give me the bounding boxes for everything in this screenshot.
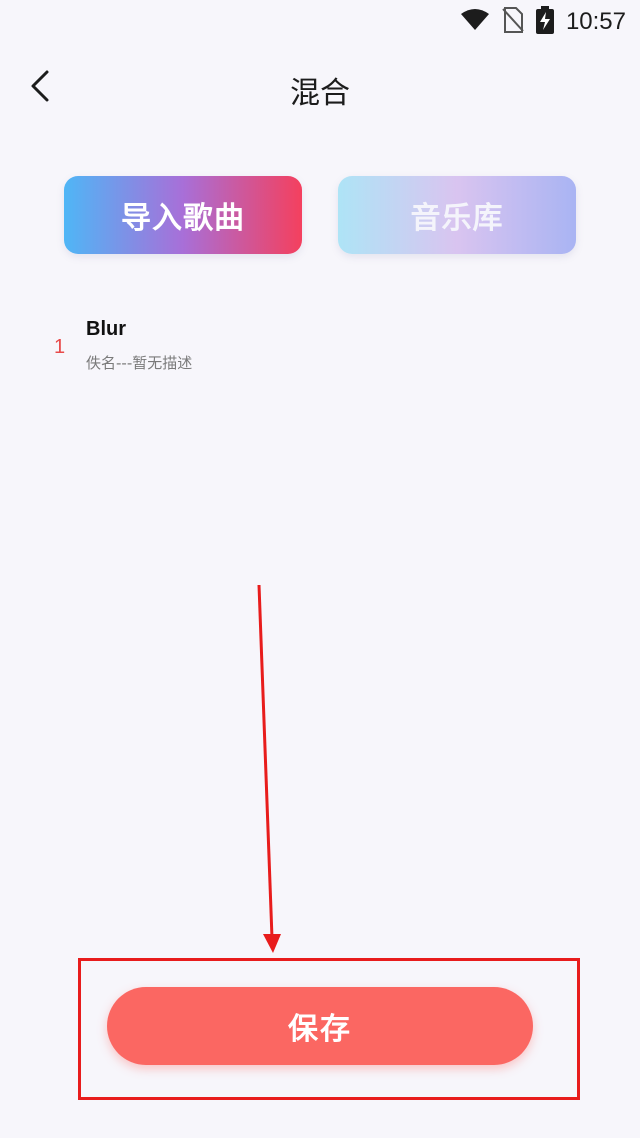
- import-songs-button[interactable]: 导入歌曲: [64, 176, 302, 254]
- page-title: 混合: [290, 76, 350, 111]
- status-bar: 10:57: [0, 0, 640, 44]
- music-library-button[interactable]: 音乐库: [338, 176, 576, 254]
- battery-charging-icon: [535, 6, 554, 38]
- song-list: 1 Blur 佚名---暂无描述: [0, 314, 640, 384]
- status-icons: 10:57: [460, 6, 626, 38]
- header: 混合: [0, 58, 640, 120]
- wifi-icon: [460, 8, 490, 36]
- save-button[interactable]: 保存: [107, 987, 533, 1065]
- status-time: 10:57: [565, 8, 626, 35]
- list-item[interactable]: 1 Blur 佚名---暂无描述: [0, 314, 640, 384]
- song-title: Blur: [86, 318, 126, 340]
- song-index: 1: [54, 336, 66, 358]
- no-sim-icon: [502, 7, 524, 37]
- song-subtitle: 佚名---暂无描述: [86, 354, 193, 372]
